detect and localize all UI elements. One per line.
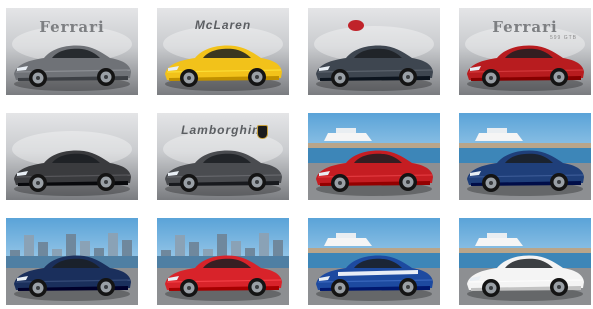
brand-wordmark: McLaren [194,18,252,32]
gallery-tile-7[interactable] [308,113,440,200]
gallery-tile-10[interactable] [157,218,289,305]
gallery-tile-8[interactable] [459,113,591,200]
car-photo [308,8,440,95]
gallery-tile-2[interactable]: McLaren [157,8,289,95]
car-photo [308,218,440,305]
gallery-tile-1[interactable]: Ferrari [6,8,138,95]
car-photo [6,113,138,200]
lamborghini-shield-icon [257,125,268,139]
car-image-gallery: Ferrari McLaren Ferrari 599 GTB Lamborghi… [0,0,593,309]
gallery-tile-6[interactable]: Lamborghini [157,113,289,200]
gallery-tile-9[interactable] [6,218,138,305]
gallery-tile-11[interactable] [308,218,440,305]
brand-wordmark: Ferrari [39,18,105,36]
brand-subtitle: 599 GTB [549,35,577,41]
gallery-tile-5[interactable] [6,113,138,200]
gallery-tile-12[interactable] [459,218,591,305]
bugatti-emblem-icon [348,20,364,31]
car-photo [459,218,591,305]
car-photo [308,113,440,200]
gallery-tile-3[interactable] [308,8,440,95]
brand-wordmark: Lamborghini [181,123,265,137]
gallery-tile-4[interactable]: Ferrari 599 GTB [459,8,591,95]
car-photo [157,218,289,305]
car-photo [459,113,591,200]
brand-wordmark: Ferrari [492,18,558,36]
car-photo [6,218,138,305]
